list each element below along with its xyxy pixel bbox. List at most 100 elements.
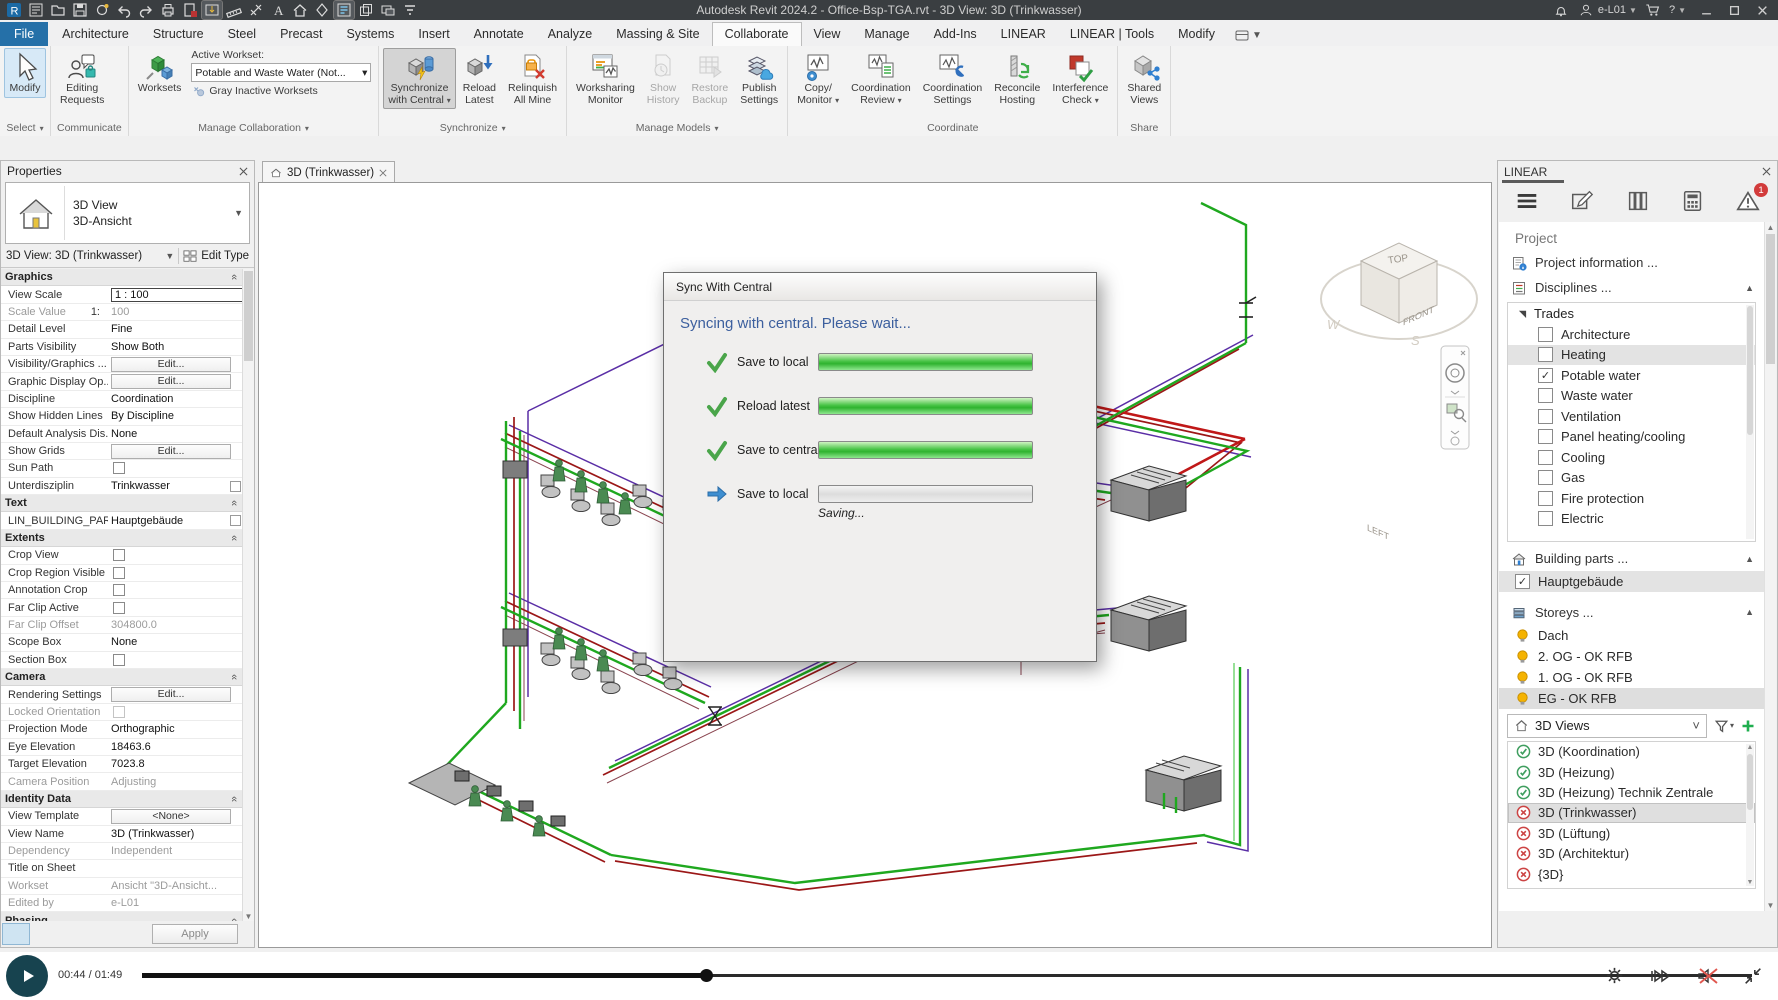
cart-icon[interactable] [1643, 0, 1663, 20]
checkbox[interactable]: ✓ [1515, 574, 1530, 589]
play-button[interactable] [6, 955, 48, 997]
duplicate-icon[interactable] [356, 1, 376, 19]
property-value[interactable]: 7023.8 [108, 758, 243, 770]
checkbox[interactable] [113, 462, 125, 474]
tab-view[interactable]: View [802, 23, 853, 46]
warnings-tab[interactable]: 1 [1733, 186, 1763, 216]
apply-button[interactable]: Apply [152, 924, 238, 944]
trade-item-fire-protection[interactable]: Fire protection [1508, 488, 1755, 509]
trades-scrollbar[interactable] [1746, 305, 1754, 539]
property-value[interactable] [108, 584, 243, 596]
property-value[interactable] [108, 462, 243, 474]
checkbox[interactable]: ✓ [1538, 368, 1553, 383]
section-identity-data[interactable]: Identity Data« [1, 791, 243, 808]
view-item-{3d}[interactable]: {3D} [1508, 864, 1755, 884]
edit-button[interactable]: Edit... [111, 357, 231, 372]
print-icon[interactable] [158, 1, 178, 19]
tab-linear[interactable]: LINEAR [989, 23, 1058, 46]
trade-item-panel-heating-cooling[interactable]: Panel heating/cooling [1508, 427, 1755, 448]
storey-item-eg-ok-rfb[interactable]: EG - OK RFB [1499, 688, 1764, 709]
edit-button[interactable]: Edit... [111, 374, 231, 389]
filter-icon[interactable] [400, 1, 420, 19]
trade-item-cooling[interactable]: Cooling [1508, 447, 1755, 468]
view-list-icon[interactable] [334, 1, 354, 19]
view-item-3d-heizung-[interactable]: 3D (Heizung) [1508, 762, 1755, 782]
property-value[interactable]: Edit... [108, 687, 243, 702]
tab-precast[interactable]: Precast [268, 23, 334, 46]
switch-windows-icon[interactable] [378, 1, 398, 19]
property-value[interactable] [108, 549, 243, 561]
property-value[interactable]: None [108, 428, 243, 440]
associate-parameter-button[interactable] [230, 481, 241, 492]
minimize-button[interactable] [1692, 0, 1720, 20]
library-tab[interactable] [1623, 186, 1653, 216]
document-tab[interactable]: 3D (Trinkwasser) [262, 161, 395, 183]
ribbon-button-worksets[interactable]: Worksets [133, 48, 187, 98]
tab-add-ins[interactable]: Add-Ins [922, 23, 989, 46]
property-value[interactable]: 304800.0 [108, 619, 243, 631]
collapse-icon[interactable] [1742, 965, 1764, 987]
redo-icon[interactable] [136, 1, 156, 19]
checkbox[interactable] [1538, 409, 1553, 424]
view-item-3d-architektur-[interactable]: 3D (Architektur) [1508, 843, 1755, 863]
tab-systems[interactable]: Systems [334, 23, 406, 46]
ribbon-button-reload-latest[interactable]: ReloadLatest [458, 48, 501, 109]
tab-collaborate[interactable]: Collaborate [712, 22, 802, 46]
properties-scrollbar[interactable]: ▼ [242, 269, 254, 921]
checkbox[interactable] [1538, 470, 1553, 485]
close-icon[interactable] [379, 169, 387, 177]
settings-gear-icon[interactable] [1603, 964, 1626, 987]
ribbon-button-coordination-settings[interactable]: CoordinationSettings [918, 48, 988, 109]
view-item-3d-heizung-technik-zentrale[interactable]: 3D (Heizung) Technik Zentrale [1508, 782, 1755, 802]
property-value[interactable]: 3D (Trinkwasser) [108, 828, 243, 840]
property-value[interactable]: Orthographic [108, 723, 243, 735]
property-value[interactable]: <None> [108, 809, 243, 824]
panel-label-manage-models[interactable]: Manage Models▾ [567, 120, 787, 136]
edit-button[interactable]: <None> [111, 809, 231, 824]
help-menu[interactable]: ? ▼ [1669, 4, 1686, 16]
storey-item-2-og-ok-rfb[interactable]: 2. OG - OK RFB [1499, 646, 1764, 667]
project-browser-icon[interactable] [26, 1, 46, 19]
ribbon-button-reconcile-hosting[interactable]: ReconcileHosting [989, 48, 1045, 109]
close-icon[interactable] [1762, 167, 1771, 176]
tab-structure[interactable]: Structure [141, 23, 216, 46]
property-value[interactable]: Ansicht "3D-Ansicht... [108, 880, 243, 892]
checkbox[interactable] [1538, 429, 1553, 444]
checkbox[interactable] [1538, 511, 1553, 526]
property-value[interactable] [108, 654, 243, 666]
pin-icon[interactable] [202, 1, 222, 19]
checkbox[interactable] [1538, 388, 1553, 403]
property-value[interactable]: Edit... [108, 374, 243, 389]
checkbox[interactable] [113, 654, 125, 666]
section-text[interactable]: Text« [1, 495, 243, 512]
property-value[interactable]: Fine [108, 323, 243, 335]
sync-settings-icon[interactable] [92, 1, 112, 19]
ribbon-button-modify[interactable]: Modify [4, 48, 46, 98]
checkbox[interactable] [1538, 491, 1553, 506]
property-value[interactable]: Show Both [108, 341, 243, 353]
building-parts-item[interactable]: Building parts ...▲ [1499, 546, 1764, 571]
type-selector[interactable]: 3D View 3D-Ansicht ▼ [5, 182, 250, 244]
views-combo[interactable]: 3D Views˅ [1507, 714, 1707, 738]
panel-label-communicate[interactable]: Communicate [51, 120, 128, 136]
trade-item-potable-water[interactable]: ✓Potable water [1508, 365, 1755, 386]
checkbox[interactable] [1538, 327, 1553, 342]
save-icon[interactable] [70, 1, 90, 19]
ribbon-button-shared-views[interactable]: SharedViews [1122, 48, 1166, 109]
value-input[interactable]: 1 : 100 [111, 288, 243, 302]
tab-massing-site[interactable]: Massing & Site [604, 23, 711, 46]
add-view-icon[interactable] [1740, 718, 1756, 734]
tab-architecture[interactable]: Architecture [50, 23, 141, 46]
property-value[interactable]: 1 : 100 [108, 288, 243, 302]
ribbon-button-worksharing-monitor[interactable]: WorksharingMonitor [571, 48, 640, 109]
collapse-icon[interactable]: ▲ [1745, 554, 1754, 564]
associate-parameter-button[interactable] [230, 515, 241, 526]
checkbox[interactable] [113, 602, 125, 614]
open-folder-icon[interactable] [48, 1, 68, 19]
close-icon[interactable] [239, 167, 248, 176]
property-value[interactable]: None [108, 636, 243, 648]
edit-button[interactable]: Edit... [111, 687, 231, 702]
property-value[interactable]: Edit... [108, 357, 243, 372]
property-value[interactable]: Hauptgebäude [108, 515, 243, 527]
tab-file[interactable]: File [0, 22, 48, 46]
